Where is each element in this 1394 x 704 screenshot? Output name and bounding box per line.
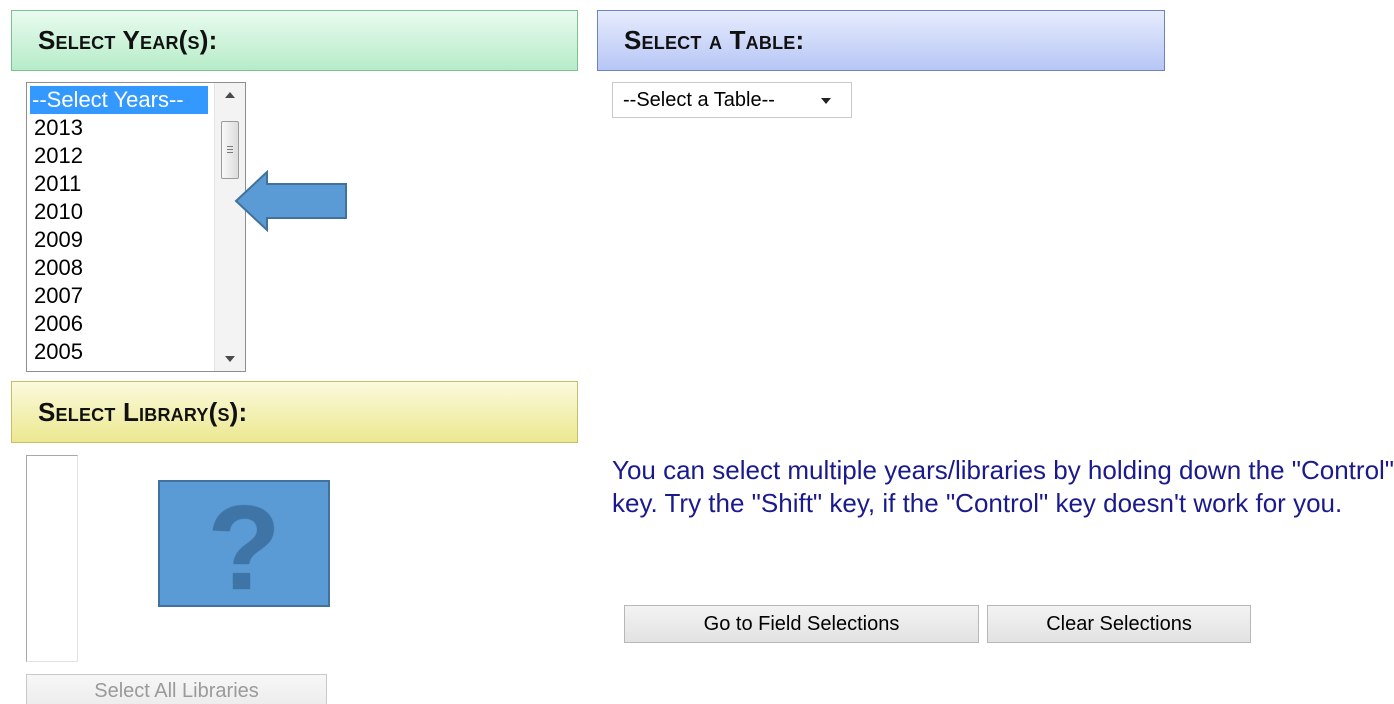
select-table-header: Select a Table: [597,10,1165,71]
table-select-value: --Select a Table-- [623,88,775,111]
year-option-2006[interactable]: 2006 [30,310,209,338]
years-listbox[interactable]: --Select Years-- 2013 2012 2011 2010 200… [26,82,246,372]
chevron-down-icon [821,98,831,104]
select-years-header: Select Year(s): [11,10,578,71]
scroll-up-arrow-icon [225,92,235,98]
scroll-up-button[interactable] [215,84,245,106]
select-library-header-label: Select Library(s): [38,396,248,427]
thumb-grip-line [227,146,233,147]
select-years-header-label: Select Year(s): [38,25,218,55]
thumb-grip-line [227,149,233,150]
select-table-header-label: Select a Table: [624,25,805,55]
year-option-2008[interactable]: 2008 [30,254,209,282]
help-text: You can select multiple years/libraries … [612,455,1394,518]
question-mark-icon: ? [207,480,281,615]
report-builder-page: Select Year(s): Select a Table: --Select… [0,0,1394,704]
year-option-2012[interactable]: 2012 [30,142,209,170]
year-option-2011[interactable]: 2011 [30,170,209,198]
table-select-dropdown[interactable]: --Select a Table-- [612,82,852,118]
year-option-2013[interactable]: 2013 [30,114,209,142]
scroll-down-button[interactable] [215,348,245,370]
libraries-listbox[interactable] [26,455,78,662]
go-to-field-selections-button[interactable]: Go to Field Selections [624,605,979,643]
thumb-grip-line [227,152,233,153]
year-option-2009[interactable]: 2009 [30,226,209,254]
year-option-2005[interactable]: 2005 [30,338,209,366]
year-option-2010[interactable]: 2010 [30,198,209,226]
years-options: --Select Years-- 2013 2012 2011 2010 200… [30,86,220,366]
question-box-annotation: ? [158,480,330,615]
clear-selections-button[interactable]: Clear Selections [987,605,1251,643]
scroll-down-arrow-icon [225,356,235,362]
select-library-header: Select Library(s): [11,381,578,443]
left-arrow-annotation-icon [234,170,347,232]
select-all-libraries-button[interactable]: Select All Libraries [26,674,327,704]
year-option-placeholder[interactable]: --Select Years-- [30,86,208,114]
year-option-2007[interactable]: 2007 [30,282,209,310]
